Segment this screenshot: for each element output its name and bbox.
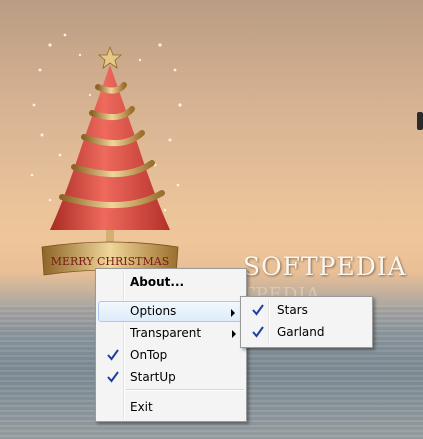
- menu-item-about[interactable]: About...: [98, 272, 244, 293]
- greeting-text: MERRY CHRISTMAS: [51, 255, 170, 268]
- softpedia-watermark: SOFTPEDIA: [243, 252, 407, 281]
- christmas-tree-icon[interactable]: MERRY CHRISTMAS: [20, 25, 190, 285]
- menu-item-label: OnTop: [130, 348, 168, 362]
- context-menu: About... Options Transparent OnTop Start…: [95, 268, 247, 422]
- menu-item-transparent[interactable]: Transparent: [98, 323, 244, 344]
- submenu-item-label: Garland: [277, 325, 325, 339]
- submenu-item-garland[interactable]: Garland: [243, 322, 370, 343]
- submenu-item-stars[interactable]: Stars: [243, 300, 370, 321]
- menu-item-label: Exit: [130, 400, 153, 414]
- menu-item-label: Options: [130, 304, 177, 318]
- check-icon: [252, 304, 264, 316]
- edge-glyph: [417, 112, 423, 130]
- options-submenu: Stars Garland: [240, 296, 373, 348]
- submenu-arrow-icon: [231, 309, 235, 317]
- menu-item-startup[interactable]: StartUp: [98, 367, 244, 388]
- check-icon: [252, 326, 264, 338]
- menu-item-label: About...: [130, 275, 185, 289]
- menu-item-label: Transparent: [130, 326, 202, 340]
- menu-item-ontop[interactable]: OnTop: [98, 345, 244, 366]
- menu-item-options[interactable]: Options: [98, 301, 244, 322]
- menu-separator: [126, 389, 244, 391]
- check-icon: [107, 371, 119, 383]
- check-icon: [107, 349, 119, 361]
- menu-item-exit[interactable]: Exit: [98, 397, 244, 418]
- submenu-arrow-icon: [232, 330, 236, 338]
- submenu-item-label: Stars: [277, 303, 308, 317]
- menu-item-label: StartUp: [130, 370, 176, 384]
- star-icon: [97, 45, 123, 69]
